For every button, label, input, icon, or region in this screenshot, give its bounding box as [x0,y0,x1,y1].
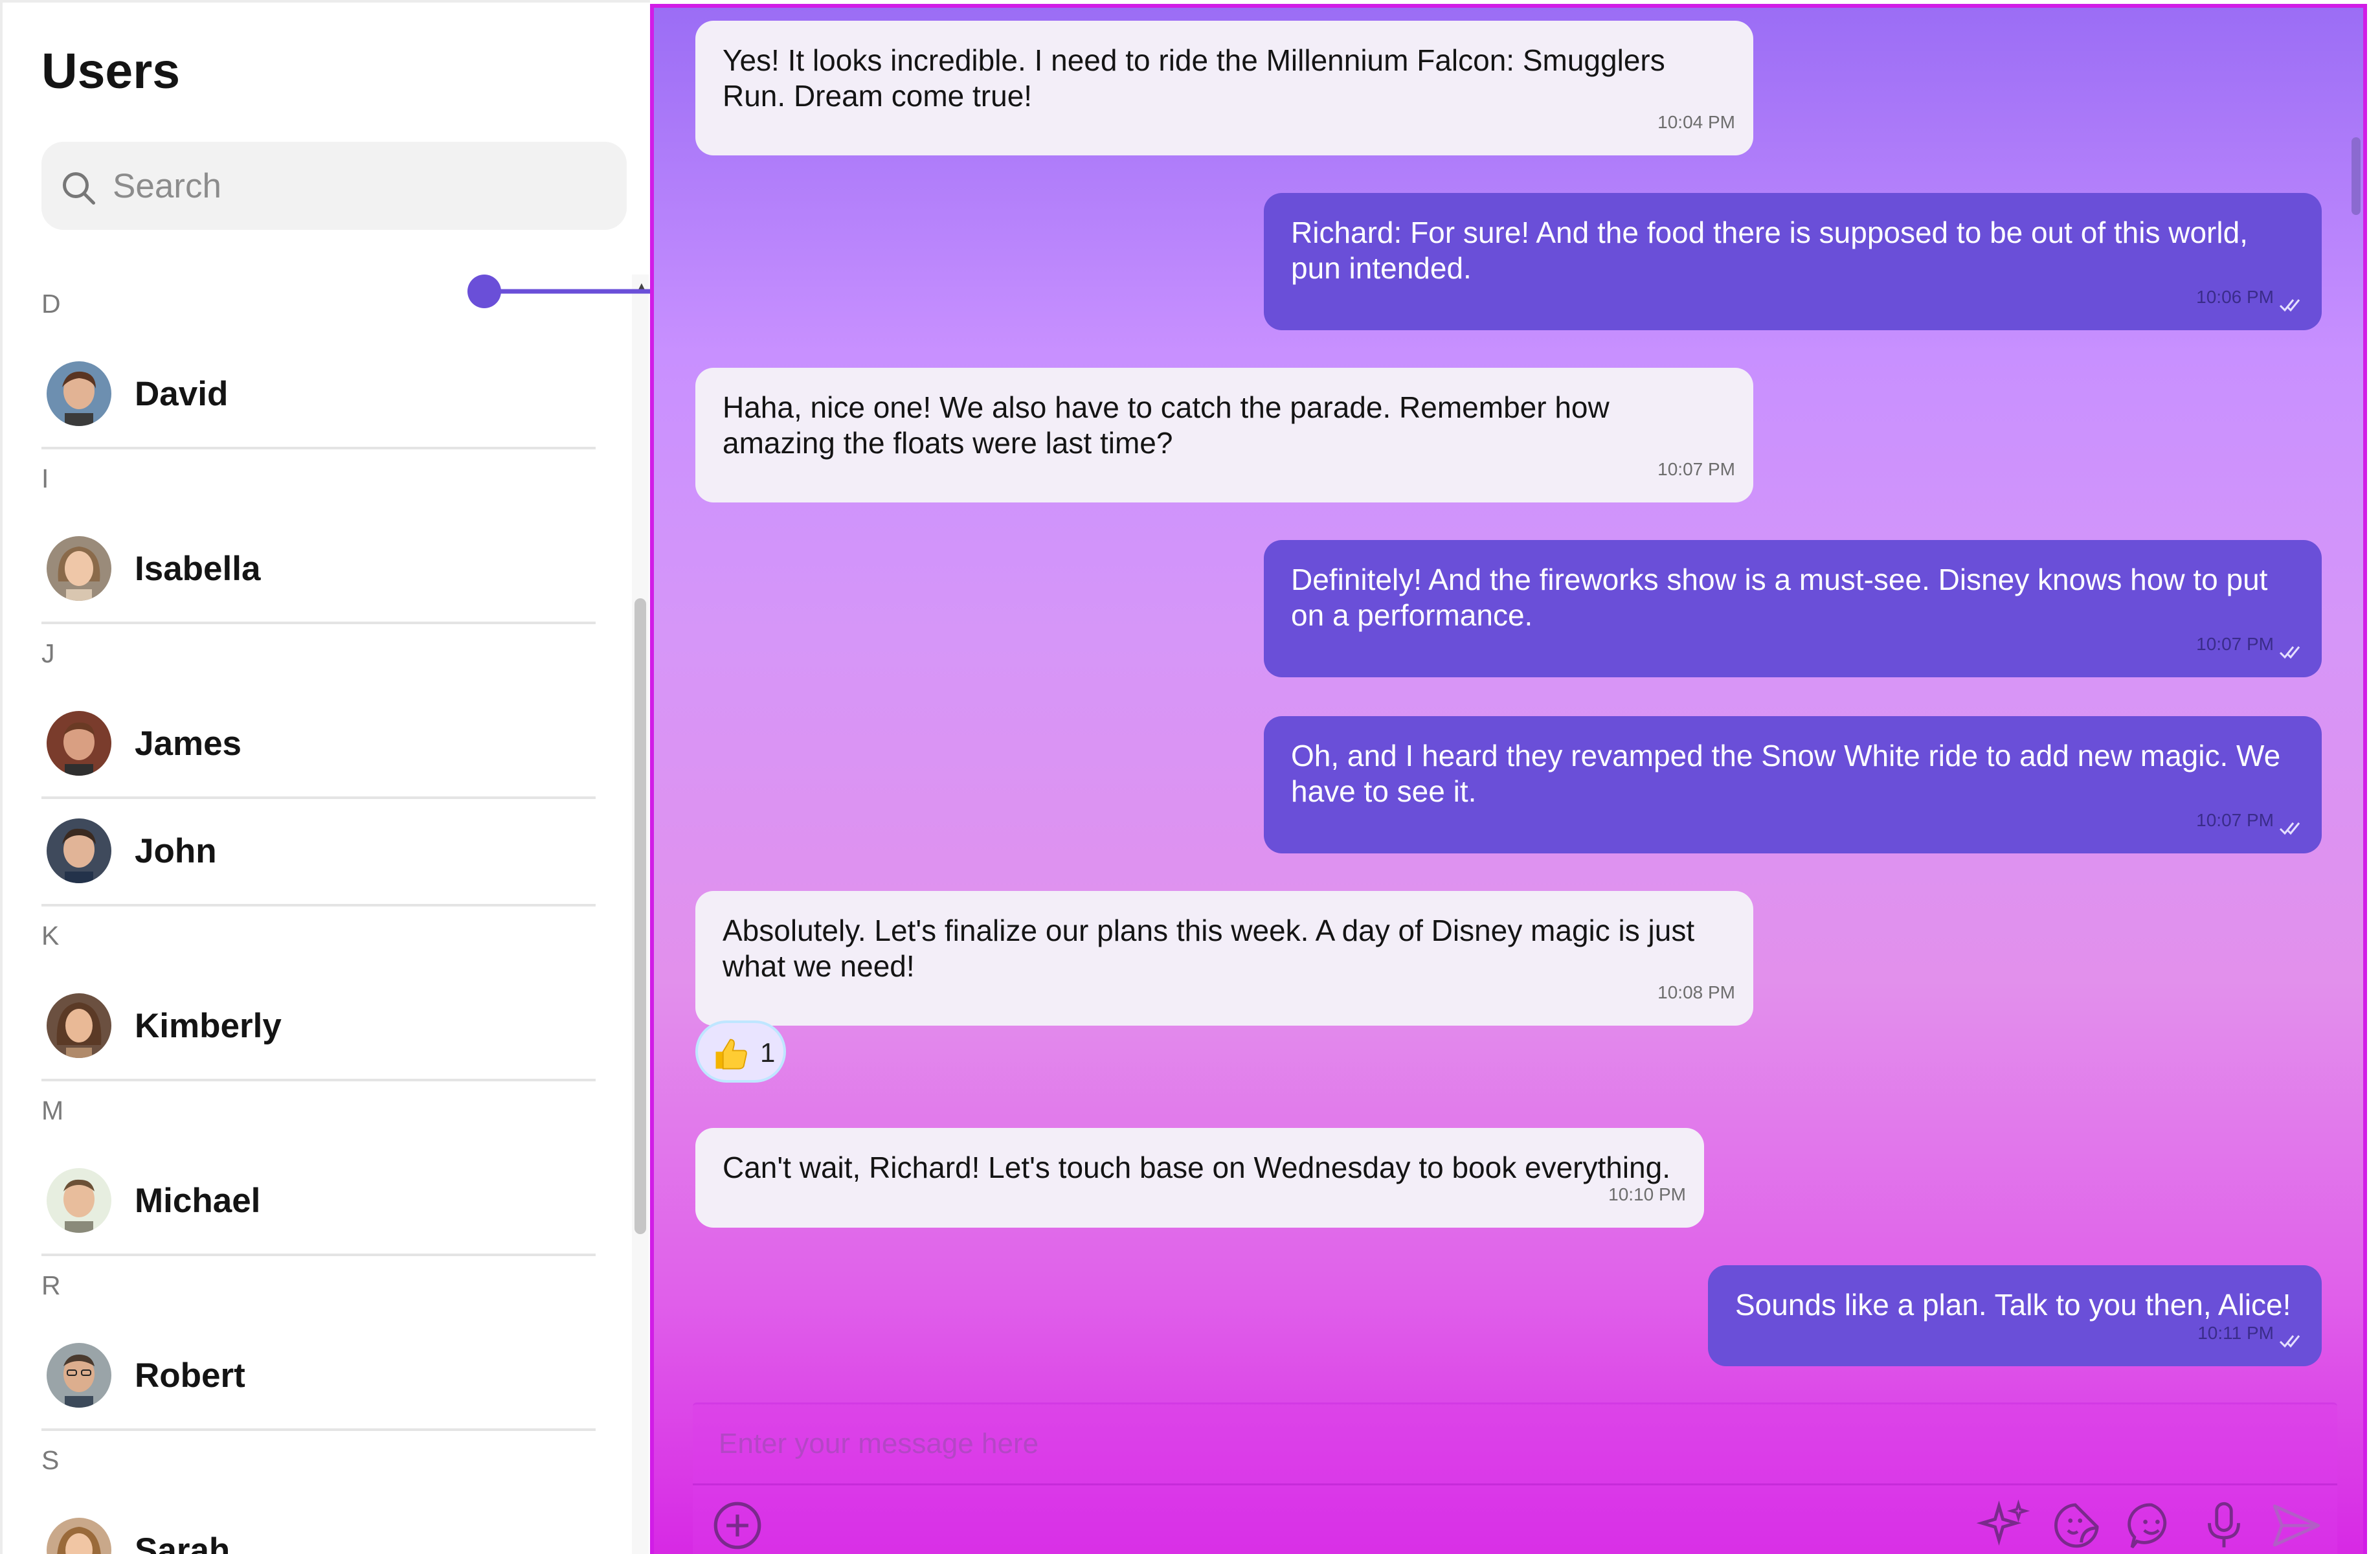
message-time: 10:07 PM [2196,634,2274,654]
section-letter: J [41,638,55,668]
read-receipt-icon [2279,822,2300,835]
user-item-sarah[interactable]: Sarah [41,1498,596,1554]
read-receipt-icon [2279,299,2300,312]
avatar [47,1343,111,1408]
user-name: Robert [135,1357,245,1395]
scroll-thumb[interactable] [634,598,646,1234]
section-letter: I [41,464,49,493]
message-composer [693,1402,2337,1554]
search-icon [63,172,95,205]
message-time: 10:04 PM [1657,112,1735,132]
message-input[interactable] [719,1415,2273,1473]
thumbs-up-icon [715,1039,747,1070]
user-name: John [135,832,217,870]
section-letter: K [41,921,60,951]
user-name: Kimberly [135,1007,282,1045]
search-input[interactable] [113,160,605,212]
avatar [47,1518,111,1554]
message-text: Haha, nice one! We also have to catch th… [723,390,1610,460]
user-list: D David I Isabella J James John K Kimber… [41,275,596,1554]
chat-panel: Yes! It looks incredible. I need to ride… [650,4,2367,1554]
message-text: Can't wait, Richard! Let's touch base on… [723,1151,1671,1184]
message-time: 10:08 PM [1657,982,1735,1002]
user-item-james[interactable]: James [41,692,596,799]
read-receipt-icon [2279,646,2300,659]
avatar [47,711,111,776]
message-bubble-incoming[interactable]: Absolutely. Let's finalize our plans thi… [695,891,1753,1026]
message-bubble-incoming[interactable]: Yes! It looks incredible. I need to ride… [695,21,1753,155]
message-bubble-outgoing[interactable]: Definitely! And the fireworks show is a … [1264,540,2322,677]
users-panel: Users D David I Isabella [0,0,650,1554]
read-receipt-icon [2279,1335,2300,1348]
avatar [47,818,111,883]
scroll-up-icon[interactable]: ▲ [636,280,647,293]
message-bubble-outgoing[interactable]: Oh, and I heard they revamped the Snow W… [1264,716,2322,853]
chat-scrollbar[interactable] [2349,8,2363,1368]
message-time: 10:11 PM [2197,1323,2274,1343]
message-time: 10:06 PM [2196,287,2274,307]
avatar [47,1168,111,1233]
message-time: 10:07 PM [2196,810,2274,830]
sticker-icon[interactable] [2049,1496,2107,1554]
microphone-icon[interactable] [2195,1496,2253,1554]
section-letter: D [41,289,61,319]
message-bubble-incoming[interactable]: Haha, nice one! We also have to catch th… [695,368,1753,502]
user-item-david[interactable]: David [41,342,596,449]
avatar [47,361,111,426]
message-text: Absolutely. Let's finalize our plans thi… [723,914,1695,983]
user-list-scrollbar[interactable]: ▲ ▼ [632,275,649,1554]
message-bubble-outgoing[interactable]: Richard: For sure! And the food there is… [1264,193,2322,330]
emoji-icon[interactable] [2122,1496,2181,1554]
user-name: Michael [135,1182,261,1220]
search-bar[interactable] [41,142,627,230]
message-text: Definitely! And the fireworks show is a … [1291,563,2268,632]
user-item-isabella[interactable]: Isabella [41,517,596,624]
add-icon[interactable] [708,1496,767,1554]
message-time: 10:07 PM [1657,459,1735,479]
avatar [47,536,111,601]
user-item-kimberly[interactable]: Kimberly [41,974,596,1081]
message-bubble-incoming[interactable]: Can't wait, Richard! Let's touch base on… [695,1128,1704,1228]
section-letter: M [41,1096,64,1125]
user-name: Sarah [135,1531,230,1554]
user-name: Isabella [135,550,261,588]
user-item-robert[interactable]: Robert [41,1323,596,1431]
reaction-chip[interactable]: 1 [695,1020,786,1083]
ai-sparkle-icon[interactable] [1975,1496,2033,1554]
message-text: Oh, and I heard they revamped the Snow W… [1291,739,2281,808]
section-letter: S [41,1445,60,1475]
avatar [47,993,111,1058]
message-time: 10:10 PM [1608,1184,1686,1204]
send-icon[interactable] [2267,1496,2326,1554]
user-name: David [135,375,229,413]
panel-title: Users [41,43,181,99]
section-letter: R [41,1270,61,1300]
chat-scroll-thumb[interactable] [2352,137,2361,215]
reaction-count: 1 [760,1037,776,1068]
message-text: Richard: For sure! And the food there is… [1291,216,2248,285]
user-name: James [135,725,242,763]
user-item-john[interactable]: John [41,799,596,906]
message-bubble-outgoing[interactable]: Sounds like a plan. Talk to you then, Al… [1708,1265,2322,1366]
composer-divider [693,1483,2337,1485]
message-text: Yes! It looks incredible. I need to ride… [723,43,1665,113]
user-item-michael[interactable]: Michael [41,1149,596,1256]
